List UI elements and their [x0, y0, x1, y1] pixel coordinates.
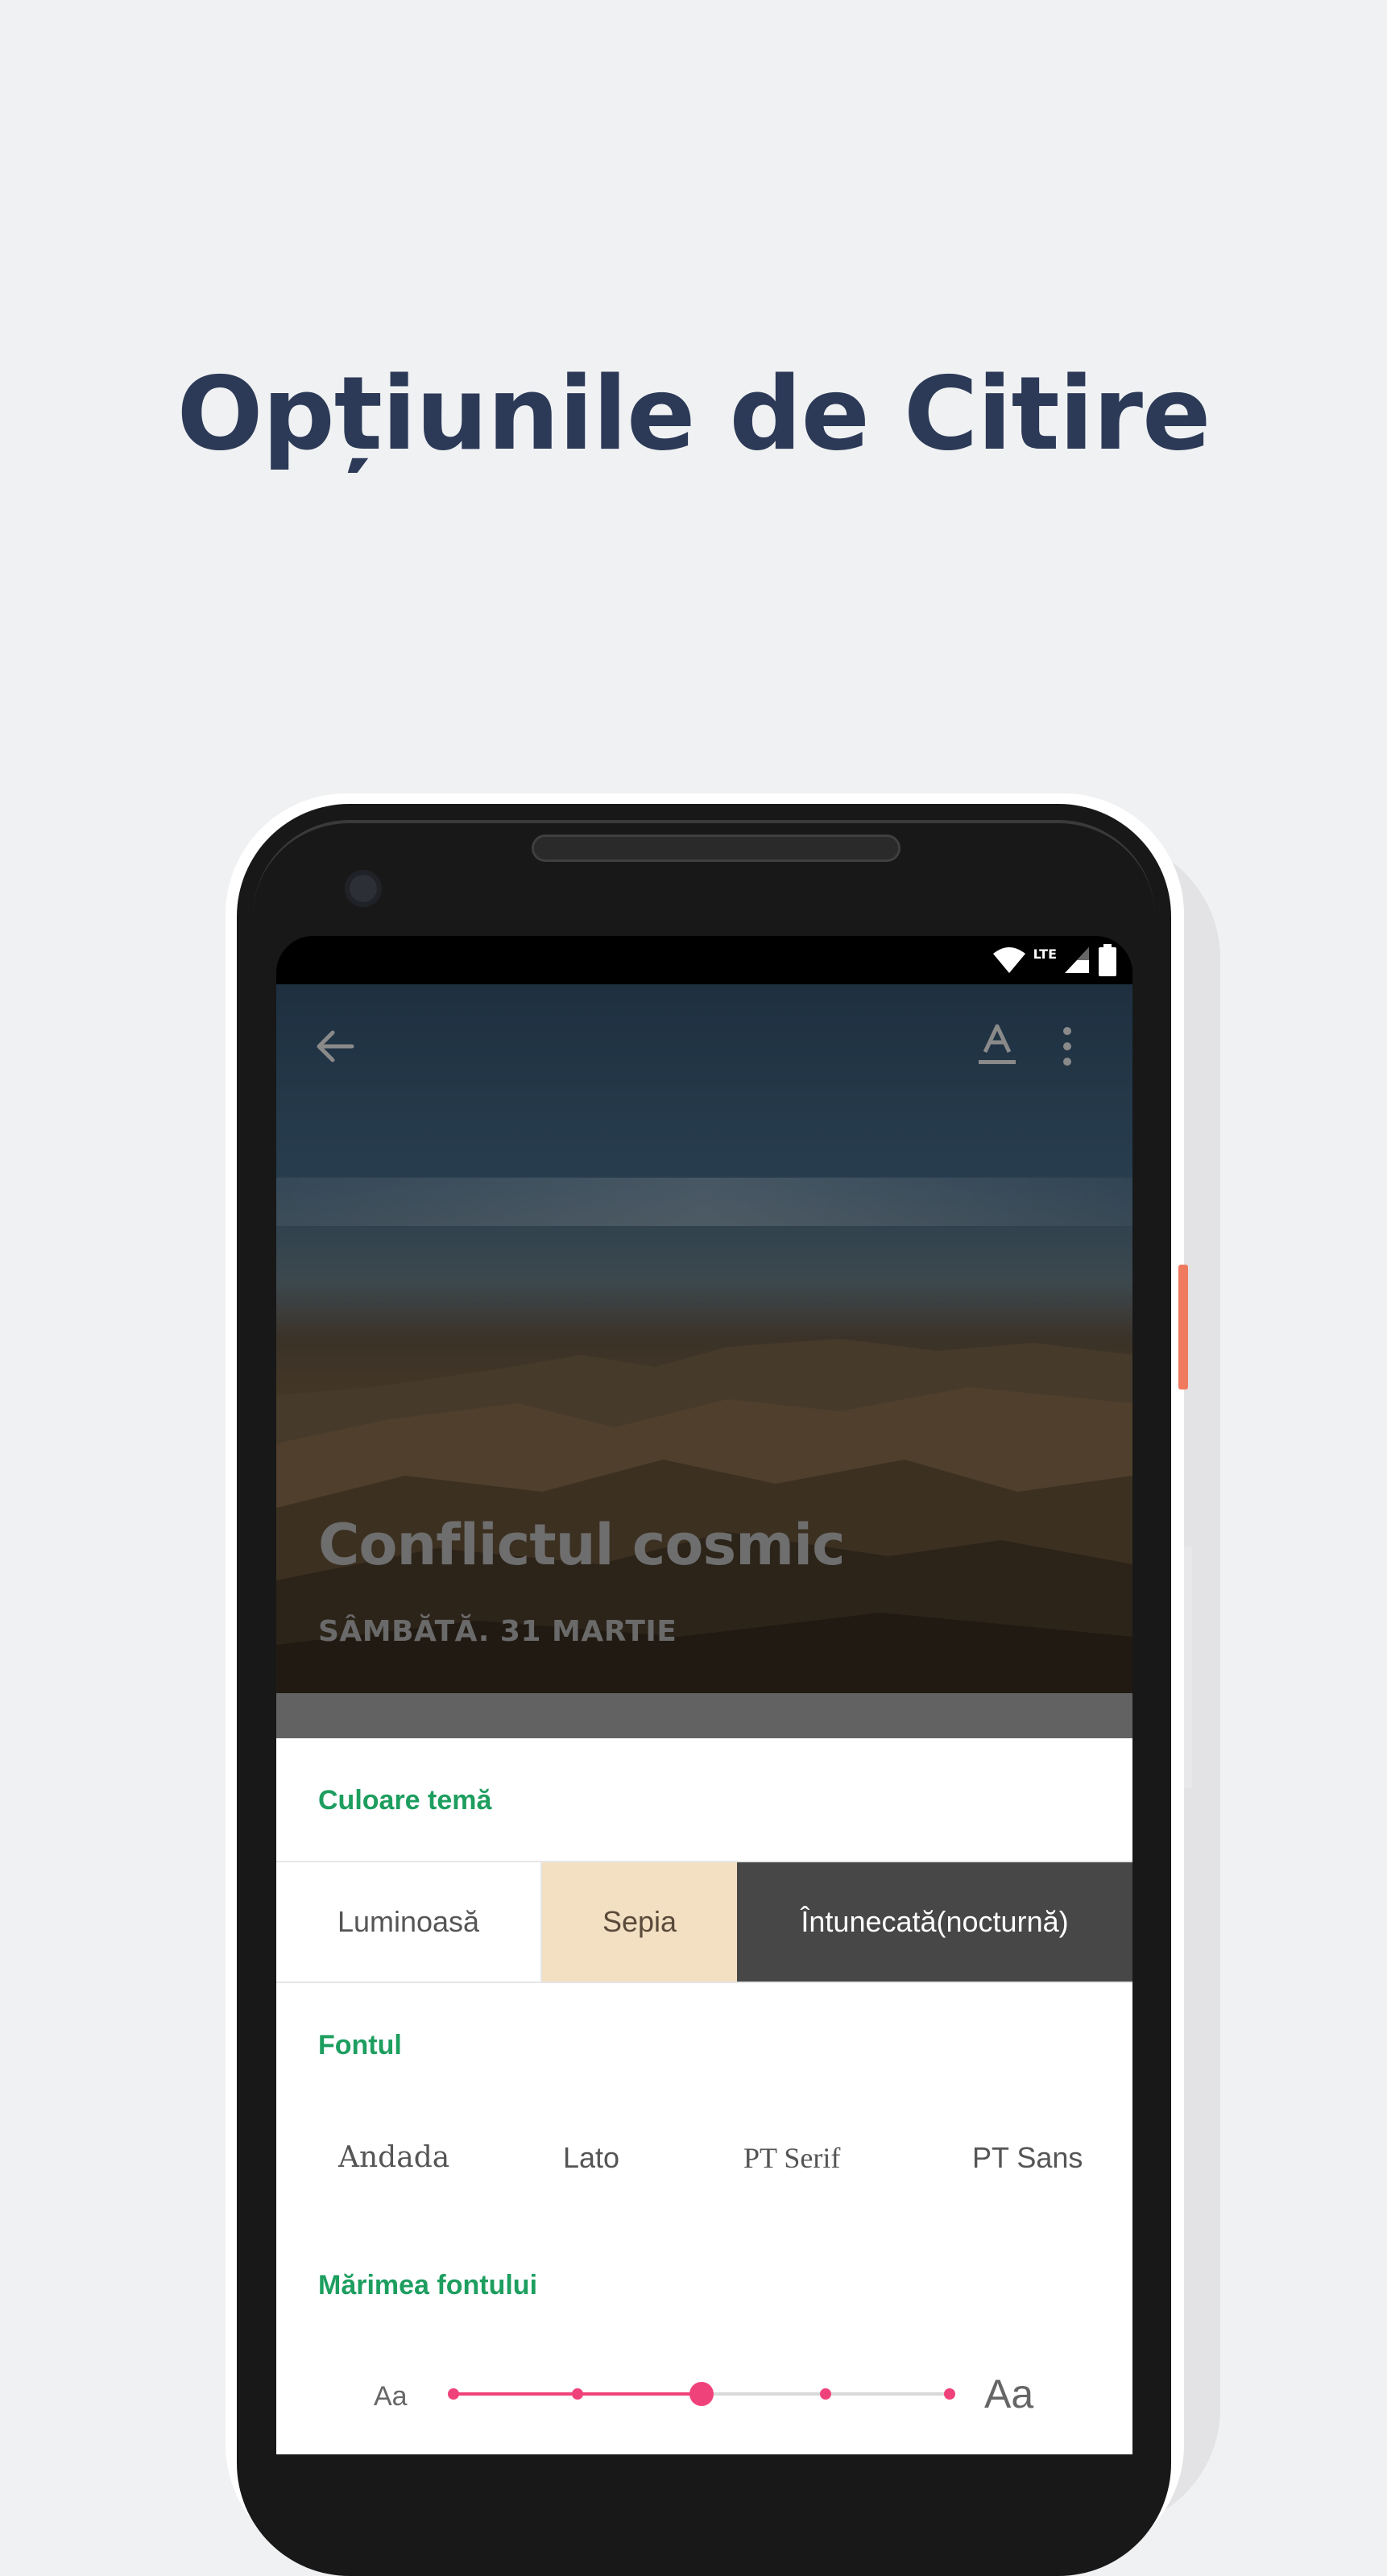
arrow-left-icon[interactable] — [313, 1025, 357, 1068]
content-backdrop — [276, 1693, 1132, 1740]
phone-screen: LTE Conflictul cosmic SÂMBĂTĂ. 31 MARTIE… — [276, 936, 1132, 2454]
slider-step[interactable] — [448, 2388, 459, 2400]
slider-thumb[interactable] — [689, 2382, 714, 2406]
power-button — [1178, 1265, 1188, 1389]
article-title: Conflictul cosmic — [318, 1512, 846, 1578]
article-date: SÂMBĂTĂ. 31 MARTIE — [318, 1615, 677, 1648]
signal-icon — [1065, 947, 1089, 973]
status-icons: LTE — [992, 944, 1118, 976]
battery-icon — [1099, 944, 1116, 976]
wifi-icon — [992, 947, 1025, 973]
font-option-pt-sans[interactable]: PT Sans — [972, 2141, 1083, 2175]
font-option-lato[interactable]: Lato — [563, 2141, 619, 2175]
reading-options-sheet: Culoare temă Luminoasă Sepia Întunecată(… — [276, 1738, 1132, 2454]
font-size-section-label: Mărimea fontului — [318, 2270, 538, 2301]
more-vertical-icon[interactable] — [1059, 1025, 1075, 1068]
font-size-slider[interactable] — [444, 2370, 959, 2418]
article-hero-image: Conflictul cosmic SÂMBĂTĂ. 31 MARTIE — [276, 984, 1132, 1693]
status-bar: LTE — [276, 936, 1132, 984]
font-size-large-label: Aa — [984, 2371, 1034, 2417]
theme-sepia-button[interactable]: Sepia — [542, 1862, 737, 1982]
font-section-label: Fontul — [318, 2030, 402, 2060]
slider-step[interactable] — [944, 2388, 955, 2400]
theme-light-button[interactable]: Luminoasă — [276, 1862, 542, 1982]
volume-button — [1184, 1547, 1192, 1788]
font-options: Andada Lato PT Serif PT Sans — [276, 2141, 1132, 2205]
slider-step[interactable] — [572, 2388, 583, 2400]
font-size-control: Aa Aa — [276, 2367, 1132, 2454]
speaker-grille — [532, 835, 901, 862]
theme-selector: Luminoasă Sepia Întunecată(nocturnă) — [276, 1861, 1132, 1983]
theme-dark-button[interactable]: Întunecată(nocturnă) — [737, 1862, 1132, 1982]
page-headline: Opțiunile de Citire — [176, 354, 1211, 473]
hero-overlay — [276, 984, 1132, 1693]
font-option-pt-serif[interactable]: PT Serif — [743, 2141, 840, 2175]
slider-step[interactable] — [820, 2388, 831, 2400]
network-type-label: LTE — [1033, 946, 1057, 962]
font-size-small-label: Aa — [374, 2381, 408, 2412]
text-format-icon[interactable] — [977, 1023, 1017, 1068]
front-camera — [345, 870, 382, 907]
theme-section-label: Culoare temă — [318, 1785, 492, 1816]
font-option-andada[interactable]: Andada — [338, 2141, 449, 2174]
